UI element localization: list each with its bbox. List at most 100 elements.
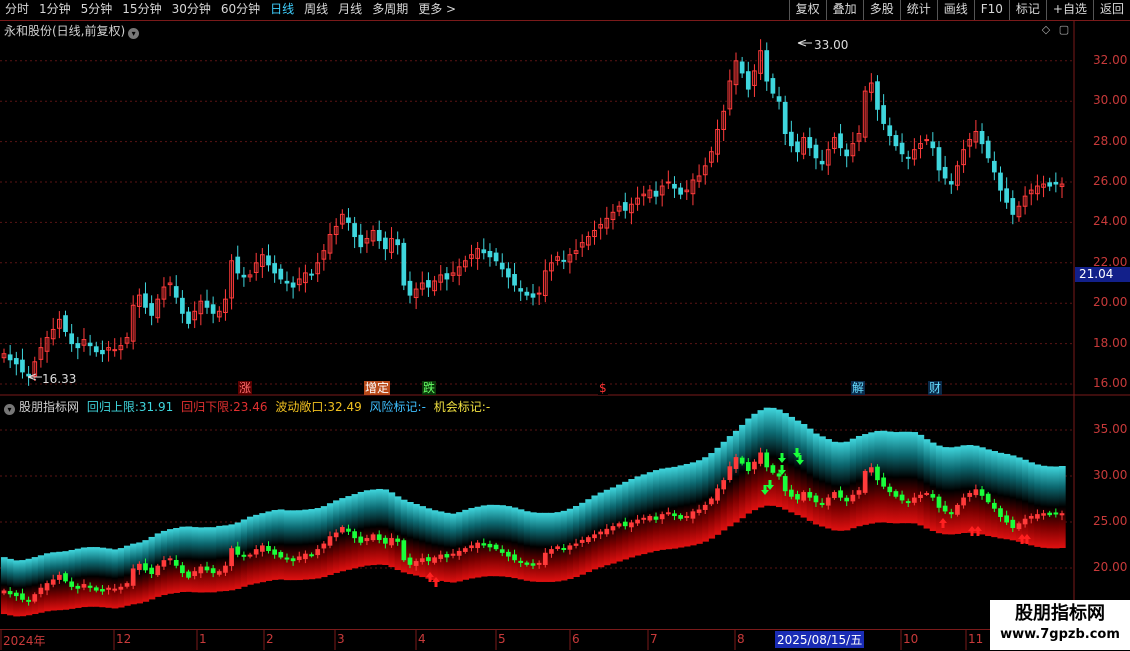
candle-body: [512, 554, 517, 561]
upper-band-slice: [683, 463, 691, 506]
candle-body: [426, 280, 431, 288]
upper-band-slice: [437, 511, 445, 546]
high-price-label: 33.00: [814, 38, 849, 52]
price-tick: 16.00: [1093, 376, 1128, 390]
upper-band-slice: [628, 479, 636, 518]
candle-body: [856, 490, 862, 495]
candle-body: [106, 587, 111, 590]
candle-body: [143, 293, 148, 308]
indicator-tick: 35.00: [1093, 422, 1128, 436]
upper-band-slice: [536, 512, 543, 547]
candle-body: [130, 568, 136, 586]
upper-band-slice: [0, 557, 8, 586]
date-label: 12: [116, 632, 132, 646]
indicator-name: 股朋指标网: [19, 400, 80, 414]
upper-band-slice: [105, 548, 113, 578]
event-marker[interactable]: $: [598, 381, 608, 395]
candle-body: [180, 297, 185, 314]
candle-body: [690, 511, 696, 519]
upper-band-slice: [154, 533, 162, 565]
candle-body: [973, 489, 979, 496]
event-marker[interactable]: 财: [928, 381, 943, 395]
candle-body: [20, 359, 25, 373]
candle-body: [536, 562, 542, 565]
candle-body: [1035, 514, 1040, 519]
candle-body: [278, 268, 284, 280]
candle-body: [223, 565, 228, 573]
candle-body: [1047, 182, 1053, 187]
candle-body: [1010, 519, 1016, 529]
candle-body: [776, 96, 782, 102]
candle-body: [155, 565, 161, 576]
candle-body: [1, 590, 7, 594]
risk-value: -: [421, 400, 426, 414]
candle-body: [136, 563, 142, 570]
event-marker[interactable]: 涨: [238, 381, 253, 395]
candle-body: [210, 568, 216, 574]
price-tick: 24.00: [1093, 214, 1128, 229]
candle-body: [272, 549, 277, 555]
candle-body: [118, 586, 124, 590]
upper-band-slice: [283, 510, 291, 545]
candle-body: [573, 543, 579, 546]
candle-body: [432, 557, 437, 563]
candle-body: [733, 457, 739, 469]
upper-band-slice: [652, 470, 660, 511]
lower-band-slice: [142, 570, 150, 602]
event-marker[interactable]: 解: [851, 381, 866, 395]
main-candles: [1, 39, 1065, 386]
upper-band-slice: [253, 514, 260, 549]
upper-band-slice: [363, 490, 371, 528]
candle-body: [616, 523, 622, 527]
candle-body: [315, 549, 321, 556]
candle-body: [112, 349, 118, 352]
date-axis: 2025/08/15/五 2024年 12 1 2 3 4 5 6 7 8 10 11: [0, 629, 1074, 651]
event-marker[interactable]: 增定: [364, 381, 391, 395]
candle-body: [610, 526, 616, 531]
upper-band-slice: [560, 510, 568, 546]
upper-band-slice: [19, 560, 27, 588]
candle-body: [838, 490, 843, 498]
event-marker[interactable]: 跌: [422, 381, 437, 395]
upper-band-slice: [855, 435, 863, 482]
upper-band-slice: [443, 512, 451, 547]
candle-body: [721, 480, 727, 490]
date-label: 3: [337, 632, 345, 646]
candle-body: [376, 534, 382, 540]
upper-band-slice: [302, 509, 310, 545]
upper-band-slice: [954, 446, 962, 491]
candle-body: [370, 534, 376, 541]
upper-band-slice: [369, 489, 377, 528]
candle-body: [100, 349, 105, 355]
upper-band-slice: [751, 413, 759, 462]
upper-band-slice: [985, 449, 992, 493]
candle-body: [493, 544, 499, 550]
candle-body: [260, 545, 265, 552]
candle-body: [1028, 515, 1034, 519]
candle-body: [1016, 523, 1022, 530]
upper-band-slice: [296, 510, 303, 545]
upper-band-slice: [609, 487, 617, 526]
upper-band-slice: [173, 528, 180, 561]
chevron-down-icon[interactable]: ▾: [4, 404, 15, 415]
upper-band-slice: [1028, 462, 1035, 504]
date-label: 2: [266, 632, 274, 646]
candle-body: [401, 540, 407, 561]
candle-body: [462, 548, 468, 552]
candle-body: [87, 342, 93, 347]
candle-body: [284, 280, 290, 284]
candle-body: [942, 166, 948, 179]
upper-band-slice: [978, 447, 986, 491]
candle-body: [44, 583, 50, 591]
upper-band-slice: [548, 512, 556, 547]
lower-band-slice: [732, 476, 740, 523]
candle-body: [536, 292, 542, 295]
candle-body: [241, 554, 247, 557]
candle-body: [149, 303, 154, 316]
upper-band-slice: [585, 499, 593, 536]
candle-body: [444, 273, 450, 280]
candle-body: [542, 552, 548, 566]
candle-body: [173, 286, 179, 298]
candle-body: [881, 105, 886, 124]
watermark-title: 股朋指标网: [1015, 603, 1105, 624]
